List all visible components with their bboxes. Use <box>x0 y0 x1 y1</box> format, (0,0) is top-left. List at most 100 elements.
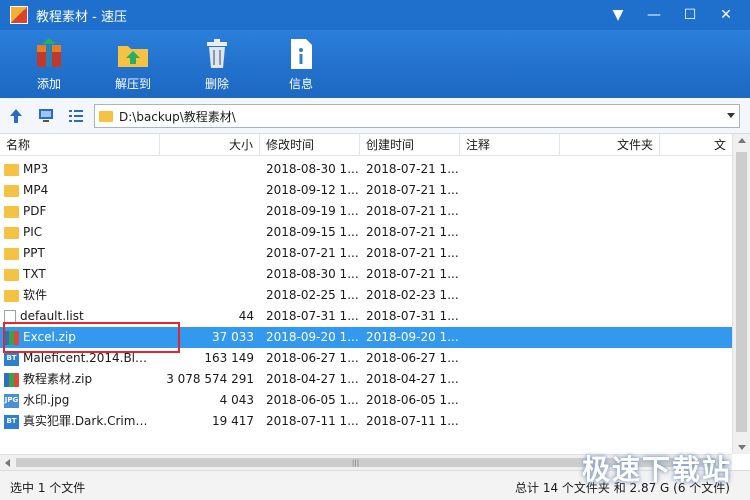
folder-icon <box>4 268 19 281</box>
column-size[interactable]: 大小 <box>160 134 260 156</box>
file-size <box>160 180 260 201</box>
file-row[interactable]: MP3 2018-08-30 1... 2018-07-21 1... <box>0 159 732 180</box>
file-size <box>160 159 260 180</box>
folder-icon <box>4 226 19 239</box>
file-row[interactable]: JPG 水印.jpg 4 043 2018-06-05 1... 2018-06-… <box>0 390 732 411</box>
title-bar: 教程素材 - 速压 ▼ — ☐ ✕ <box>0 0 750 30</box>
column-name[interactable]: 名称 <box>0 134 160 156</box>
arrow-up-icon <box>10 108 22 123</box>
file-name: 教程素材.zip <box>23 372 93 386</box>
file-modified: 2018-09-15 1... <box>266 225 359 239</box>
list-view-icon <box>69 109 83 122</box>
computer-icon <box>39 108 53 122</box>
file-row[interactable]: 教程素材.zip 3 078 574 291 2018-04-27 1... 2… <box>0 369 732 390</box>
file-size <box>160 264 260 285</box>
extract-to-button[interactable]: 解压到 <box>98 30 168 98</box>
file-size: 4 043 <box>219 393 254 407</box>
info-button[interactable]: 信息 <box>266 30 336 98</box>
file-name: 水印.jpg <box>23 393 70 407</box>
file-created: 2018-02-23 1... <box>366 288 459 302</box>
file-name: TXT <box>23 267 46 281</box>
file-row[interactable]: TXT 2018-08-30 1... 2018-07-21 1... <box>0 264 732 285</box>
minimize-button[interactable]: — <box>636 0 672 30</box>
file-row[interactable]: PIC 2018-09-15 1... 2018-07-21 1... <box>0 222 732 243</box>
path-text: D:\backup\教程素材\ <box>119 109 236 124</box>
folder-icon <box>4 247 19 260</box>
file-size: 3 078 574 291 <box>166 372 254 386</box>
computer-button[interactable] <box>32 103 60 129</box>
up-level-button[interactable] <box>2 103 30 129</box>
maximize-button[interactable]: ☐ <box>672 0 708 30</box>
column-folder[interactable]: 文件夹 <box>560 134 660 156</box>
column-created[interactable]: 创建时间 <box>360 134 460 156</box>
close-button[interactable]: ✕ <box>708 0 744 30</box>
scroll-down-icon[interactable] <box>738 445 746 450</box>
file-row[interactable]: PDF 2018-09-19 1... 2018-07-21 1... <box>0 201 732 222</box>
watermark: 极速下载站 <box>581 453 732 486</box>
file-row[interactable]: 软件 2018-02-25 1... 2018-02-23 1... <box>0 285 732 306</box>
image-file-icon: JPG <box>4 393 19 408</box>
app-logo-icon <box>10 6 28 24</box>
extract-to-label: 解压到 <box>114 76 151 91</box>
list-view-button[interactable] <box>62 103 90 129</box>
window-title: 教程素材 - 速压 <box>36 9 127 25</box>
file-name: 软件 <box>23 288 48 302</box>
file-created: 2018-07-11 1... <box>366 414 459 428</box>
column-modified[interactable]: 修改时间 <box>260 134 360 156</box>
navigation-bar: D:\backup\教程素材\ <box>0 98 750 134</box>
torrent-icon: BT <box>4 351 19 366</box>
highlight-box <box>3 322 180 353</box>
zip-archive-icon <box>4 372 19 387</box>
scroll-thumb[interactable] <box>736 152 747 432</box>
file-name: PDF <box>23 204 47 218</box>
file-list: MP3 2018-08-30 1... 2018-07-21 1... MP4 … <box>0 156 732 454</box>
file-row[interactable]: MP4 2018-09-12 1... 2018-07-21 1... <box>0 180 732 201</box>
info-document-icon <box>291 38 312 69</box>
file-modified: 2018-02-25 1... <box>266 288 359 302</box>
trash-icon <box>207 38 227 68</box>
torrent-icon: BT <box>4 414 19 429</box>
chevron-down-icon[interactable] <box>727 113 735 118</box>
file-created: 2018-06-05 1... <box>366 393 459 407</box>
folder-icon <box>4 205 19 218</box>
file-modified: 2018-06-05 1... <box>266 393 359 407</box>
column-header: 名称 大小 修改时间 创建时间 注释 文件夹 文 <box>0 134 732 156</box>
column-extra[interactable]: 文 <box>660 134 732 156</box>
folder-icon <box>4 289 19 302</box>
menu-dropdown-button[interactable]: ▼ <box>600 0 636 30</box>
add-archive-icon <box>37 37 61 67</box>
file-size <box>160 243 260 264</box>
path-input[interactable]: D:\backup\教程素材\ <box>94 104 740 128</box>
column-comment[interactable]: 注释 <box>460 134 560 156</box>
file-row[interactable]: PPT 2018-07-21 1... 2018-07-21 1... <box>0 243 732 264</box>
file-created: 2018-06-27 1... <box>366 351 459 365</box>
file-size: 19 417 <box>212 414 254 428</box>
file-row[interactable]: BT 真实犯罪.Dark.Crimes.... 19 417 2018-07-11… <box>0 411 732 432</box>
scroll-left-icon[interactable] <box>5 459 10 467</box>
file-name: 真实犯罪.Dark.Crimes.... <box>23 414 154 428</box>
file-created: 2018-07-21 1... <box>366 204 459 218</box>
delete-button[interactable]: 删除 <box>182 30 252 98</box>
file-size <box>160 222 260 243</box>
add-button[interactable]: 添加 <box>14 30 84 98</box>
vertical-scrollbar[interactable] <box>732 134 750 454</box>
file-modified: 2018-09-20 1... <box>266 330 359 344</box>
file-modified: 2018-04-27 1... <box>266 372 359 386</box>
extract-folder-icon <box>118 45 148 67</box>
file-name: PIC <box>23 225 43 239</box>
scroll-up-icon[interactable] <box>738 138 746 143</box>
file-modified: 2018-07-31 1... <box>266 309 359 323</box>
delete-label: 删除 <box>204 76 229 91</box>
file-size <box>160 285 260 306</box>
file-modified: 2018-07-21 1... <box>266 246 359 260</box>
folder-icon <box>99 110 113 122</box>
file-size <box>160 201 260 222</box>
file-modified: 2018-09-12 1... <box>266 183 359 197</box>
folder-icon <box>4 184 19 197</box>
file-created: 2018-04-27 1... <box>366 372 459 386</box>
file-created: 2018-09-20 1... <box>366 330 459 344</box>
file-name: MP3 <box>23 162 49 176</box>
window-controls: ▼ — ☐ ✕ <box>600 0 744 30</box>
file-name: MP4 <box>23 183 49 197</box>
selection-status: 选中 1 个文件 <box>10 481 86 495</box>
